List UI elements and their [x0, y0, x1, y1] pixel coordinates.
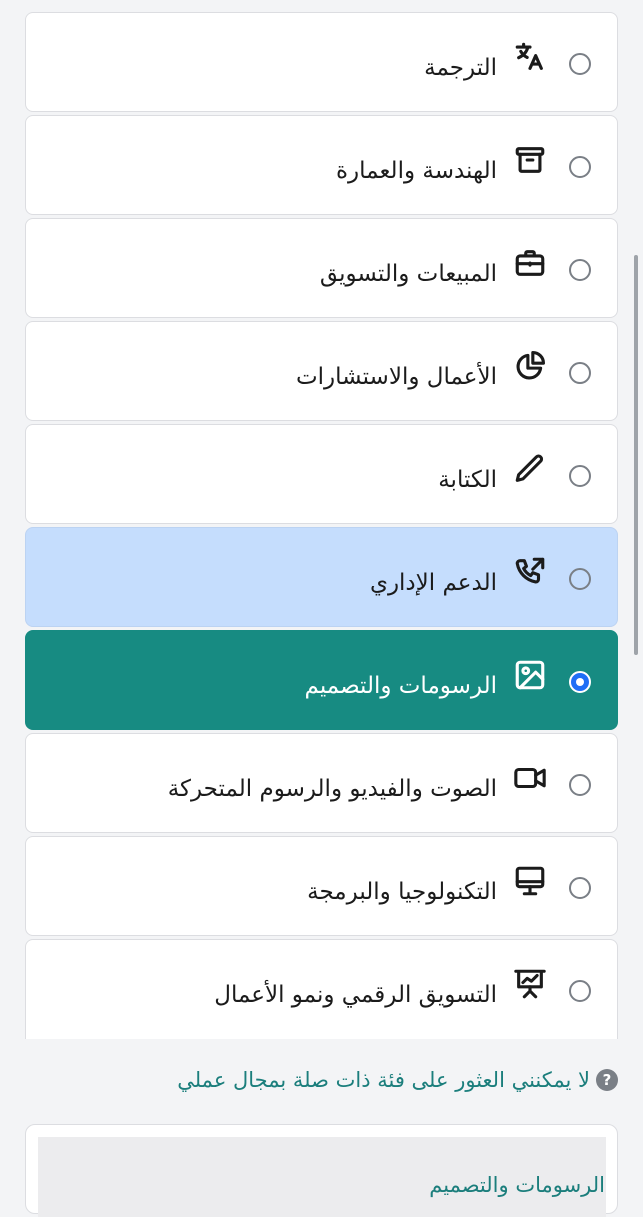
video-camera-icon: [512, 760, 548, 796]
radio-button[interactable]: [569, 877, 591, 899]
category-label: الدعم الإداري: [369, 570, 497, 596]
category-label: التكنولوجيا والبرمجة: [307, 879, 497, 905]
category-list: الترجمة الهندسة والعمارة المبيعات والتسو…: [25, 12, 618, 1042]
radio-button[interactable]: [569, 156, 591, 178]
phone-outgoing-icon: [512, 554, 548, 590]
category-option-graphics-design[interactable]: الرسومات والتصميم: [25, 630, 618, 730]
presentation-chart-icon: [512, 966, 548, 1002]
category-option-engineering[interactable]: الهندسة والعمارة: [25, 115, 618, 215]
category-label: الرسومات والتصميم: [304, 673, 497, 699]
category-label: الهندسة والعمارة: [336, 158, 497, 184]
radio-button[interactable]: [569, 568, 591, 590]
translate-icon: [512, 39, 548, 75]
monitor-icon: [512, 863, 548, 899]
category-option-translation[interactable]: الترجمة: [25, 12, 618, 112]
image-icon: [512, 657, 548, 693]
briefcase-icon: [512, 245, 548, 281]
category-label: الصوت والفيديو والرسوم المتحركة: [167, 776, 497, 802]
pie-chart-icon: [512, 348, 548, 384]
category-label: الترجمة: [424, 55, 497, 81]
category-option-audio-video[interactable]: الصوت والفيديو والرسوم المتحركة: [25, 733, 618, 833]
category-option-writing[interactable]: الكتابة: [25, 424, 618, 524]
radio-button[interactable]: [569, 774, 591, 796]
radio-button-selected[interactable]: [569, 671, 591, 693]
radio-button[interactable]: [569, 465, 591, 487]
selected-category-value: الرسومات والتصميم: [429, 1173, 605, 1197]
category-label: الكتابة: [438, 467, 497, 493]
category-option-admin-support[interactable]: الدعم الإداري: [25, 527, 618, 627]
category-not-found-link[interactable]: ? لا يمكنني العثور على فئة ذات صلة بمجال…: [177, 1068, 618, 1092]
category-option-business[interactable]: الأعمال والاستشارات: [25, 321, 618, 421]
radio-button[interactable]: [569, 980, 591, 1002]
category-option-sales[interactable]: المبيعات والتسويق: [25, 218, 618, 318]
category-option-digital-marketing[interactable]: التسويق الرقمي ونمو الأعمال: [25, 939, 618, 1039]
category-label: التسويق الرقمي ونمو الأعمال: [214, 982, 497, 1008]
not-found-text: لا يمكنني العثور على فئة ذات صلة بمجال ع…: [177, 1068, 590, 1092]
archive-box-icon: [512, 142, 548, 178]
category-option-tech-programming[interactable]: التكنولوجيا والبرمجة: [25, 836, 618, 936]
scrollbar[interactable]: [634, 255, 638, 655]
selected-category-panel: الرسومات والتصميم: [25, 1124, 618, 1217]
category-label: المبيعات والتسويق: [319, 261, 497, 287]
help-icon: ?: [596, 1069, 618, 1091]
radio-button[interactable]: [569, 53, 591, 75]
radio-button[interactable]: [569, 259, 591, 281]
radio-button[interactable]: [569, 362, 591, 384]
category-label: الأعمال والاستشارات: [295, 364, 497, 390]
pencil-icon: [512, 451, 548, 487]
